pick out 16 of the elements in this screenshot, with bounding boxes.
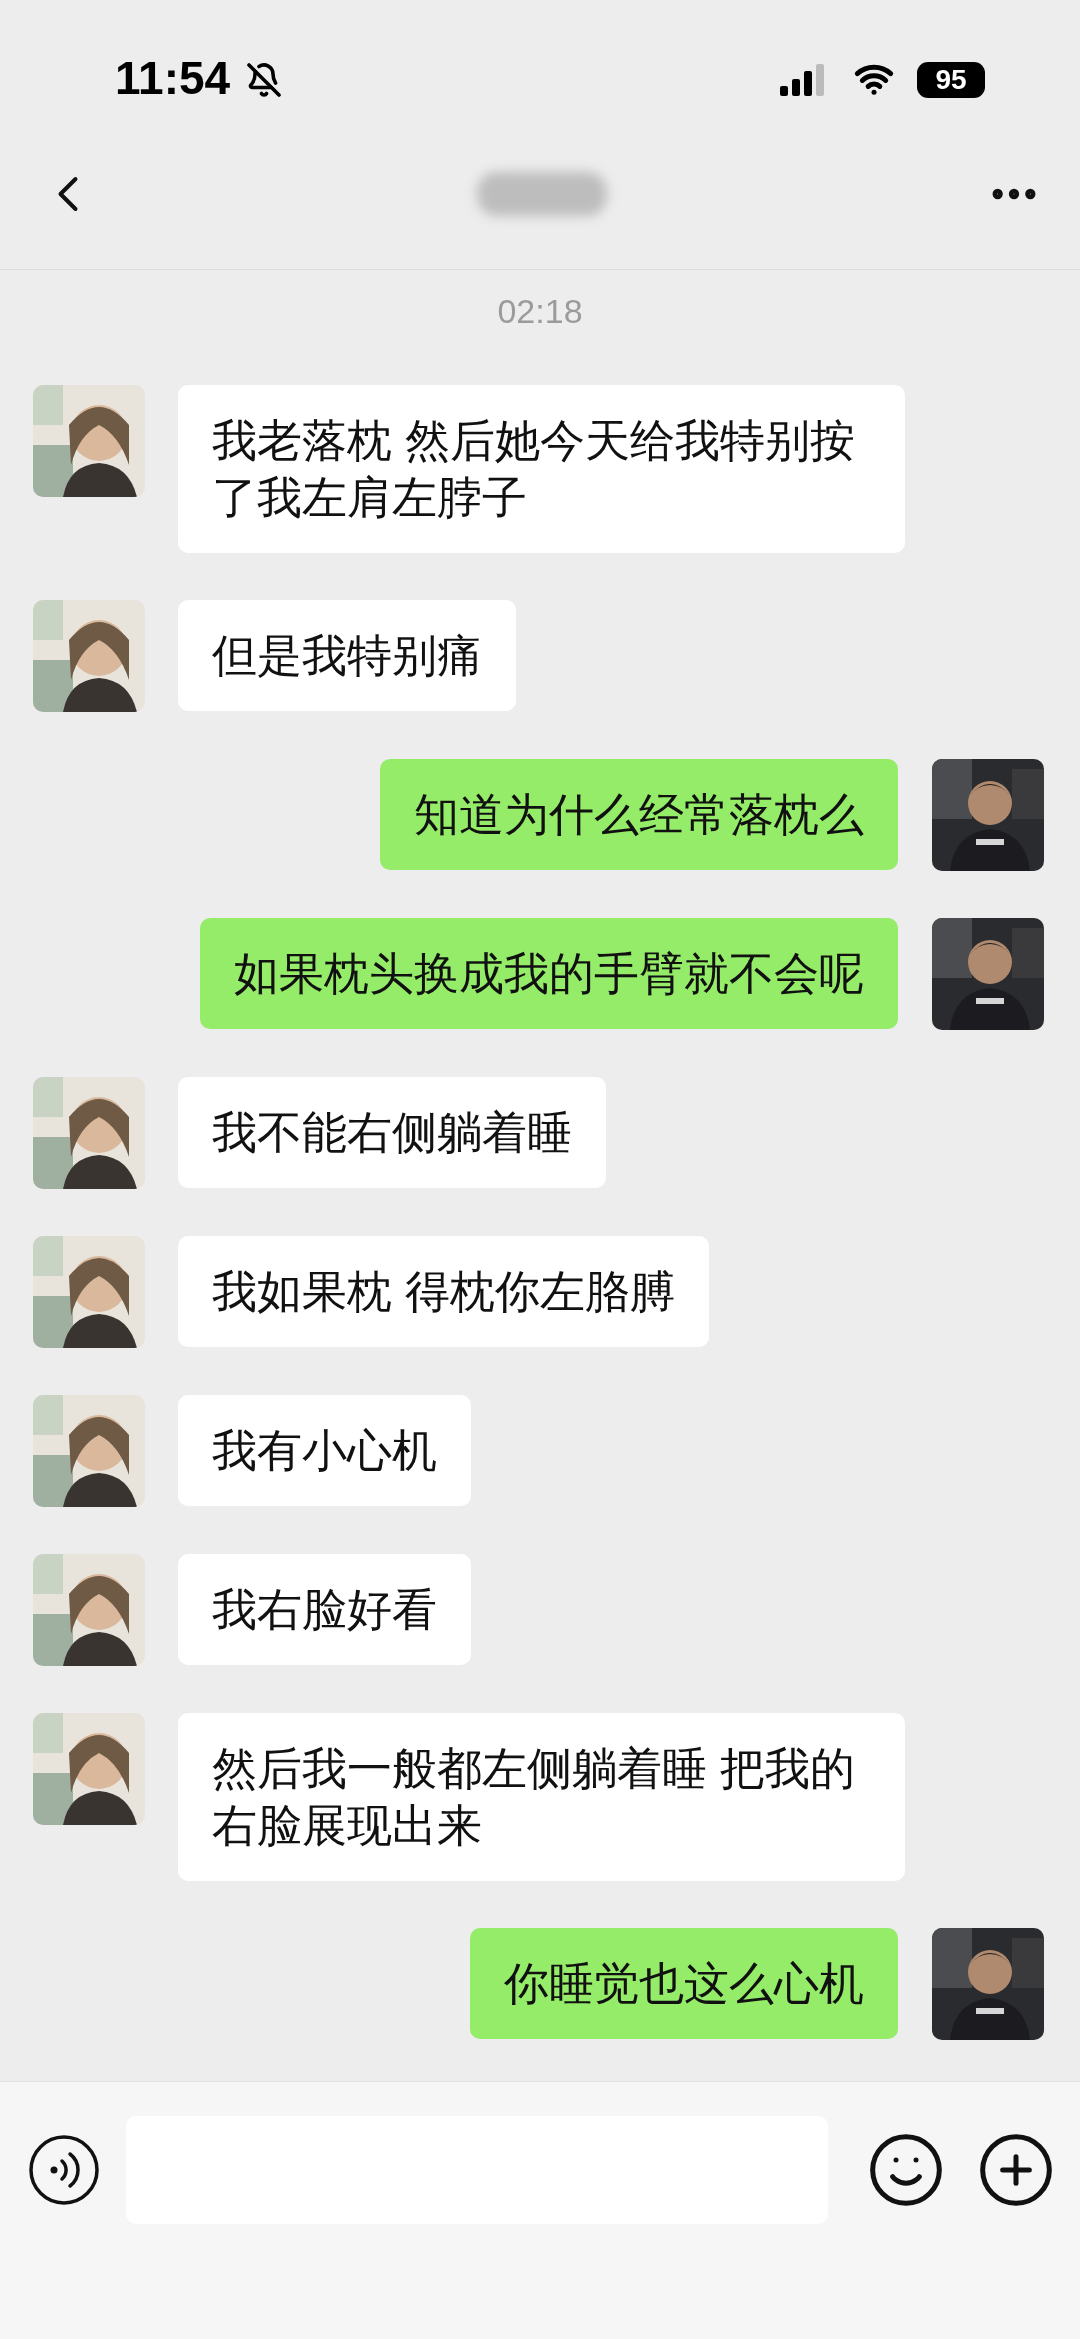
message-bubble: 你睡觉也这么心机 (470, 1928, 898, 2039)
voice-icon[interactable] (28, 2134, 100, 2206)
message-bubble: 我不能右侧躺着睡 (178, 1077, 606, 1188)
message-bubble: 我如果枕 得枕你左胳膊 (178, 1236, 709, 1347)
message-bubble: 我有小心机 (178, 1395, 471, 1506)
message-bubble: 然后我一般都左侧躺着睡 把我的右脸展现出来 (178, 1713, 905, 1881)
mute-bell-icon (246, 61, 283, 98)
message-bubble: 如果枕头换成我的手臂就不会呢 (200, 918, 898, 1029)
message-bubble: 知道为什么经常落枕么 (380, 759, 898, 870)
message-bubble: 但是我特别痛 (178, 600, 516, 711)
message-bubble: 我老落枕 然后她今天给我特别按了我左肩左脖子 (178, 385, 905, 553)
battery-icon: 95 (917, 61, 985, 98)
status-time: 11:54 (115, 51, 231, 104)
message-bubble: 我右脸好看 (178, 1554, 471, 1665)
signal-icon (780, 63, 825, 96)
message-timestamp: 02:18 (497, 291, 583, 331)
